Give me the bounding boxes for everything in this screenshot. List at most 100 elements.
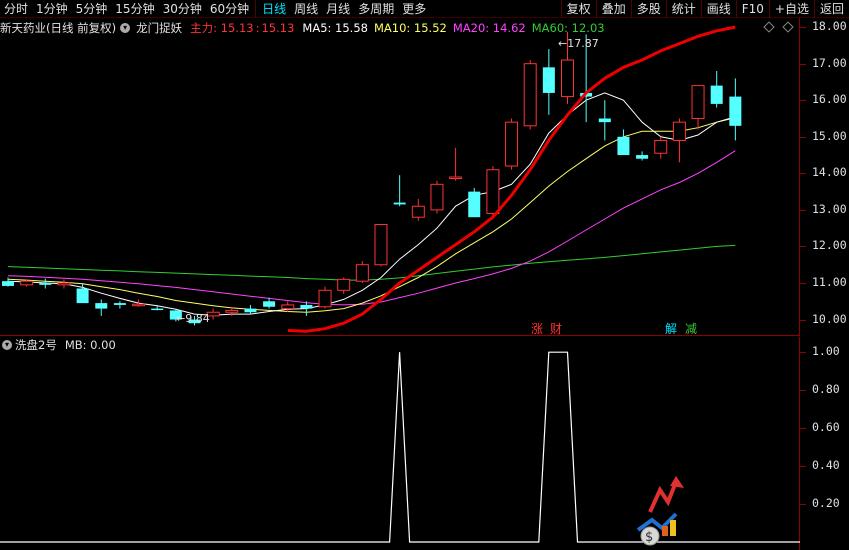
sub-tick-label: 0.20 (812, 496, 840, 511)
tab-1[interactable]: 1分钟 (32, 0, 72, 18)
candle-body (39, 283, 52, 285)
sub-tick-label: 1.00 (812, 344, 840, 359)
price-tick-label: 18.00 (812, 19, 847, 34)
tab-7[interactable]: 周线 (290, 0, 322, 18)
candle (39, 278, 52, 289)
candle (95, 299, 108, 316)
candle-body (486, 169, 500, 215)
candle (654, 136, 668, 159)
candle (355, 261, 369, 283)
candle-body (636, 155, 649, 159)
price-tick-label: 12.00 (812, 238, 847, 253)
zhuli-line (287, 25, 736, 333)
candle (672, 118, 686, 163)
tab-2[interactable]: 5分钟 (72, 0, 112, 18)
tab-0[interactable]: 分时 (0, 0, 32, 18)
candle-body (244, 308, 257, 313)
high-annotation: ←17.87 (558, 37, 599, 50)
toolbar-button-5[interactable]: F10 (735, 0, 769, 18)
sub-tick (800, 352, 806, 354)
signal-cai: 财 (550, 322, 563, 336)
tab-3[interactable]: 15分钟 (111, 0, 158, 18)
candle (523, 60, 537, 130)
candle (281, 301, 295, 313)
candle-body (411, 205, 425, 218)
candle-body (710, 85, 723, 104)
candle-body (113, 303, 126, 305)
price-tick (800, 27, 806, 29)
toolbar-button-6[interactable]: +自选 (768, 0, 814, 18)
toolbar-button-0[interactable]: 复权 (560, 0, 596, 18)
candle-body (95, 303, 108, 309)
candle (430, 180, 444, 214)
candle (710, 71, 723, 108)
candle (57, 279, 71, 289)
toolbar-button-7[interactable]: 返回 (813, 0, 849, 18)
price-tick-label: 14.00 (812, 165, 847, 180)
candle-body (691, 85, 705, 120)
candle (113, 301, 126, 309)
tab-8[interactable]: 月线 (322, 0, 354, 18)
candle-body (20, 280, 34, 286)
candle (244, 304, 257, 315)
sub-tick (800, 390, 806, 392)
candle (132, 299, 146, 307)
candle-body (263, 301, 276, 307)
candle-body (225, 309, 239, 313)
sub-tick-label: 0.80 (812, 382, 840, 397)
candle (729, 78, 742, 141)
toolbar-button-1[interactable]: 叠加 (595, 0, 631, 18)
period-tabs: 分时 1分钟 5分钟 15分钟 30分钟 60分钟 日线 周线 月线 多周期 更多 (0, 0, 430, 18)
tab-10[interactable]: 更多 (398, 0, 430, 18)
candle-body (598, 118, 611, 123)
candle-body (281, 304, 295, 310)
candle-body (672, 121, 686, 141)
price-tick (800, 63, 806, 65)
price-tick (800, 173, 806, 175)
tab-4[interactable]: 30分钟 (159, 0, 206, 18)
sub-tick-label: 0.40 (812, 458, 840, 473)
candle-body (449, 176, 463, 179)
candle (76, 283, 89, 304)
candle-body (561, 59, 574, 98)
candle (2, 277, 14, 287)
candle-body (374, 224, 388, 266)
price-tick-label: 13.00 (812, 201, 847, 216)
candle-body (355, 264, 369, 282)
toolbar-button-2[interactable]: 多股 (630, 0, 666, 18)
candle-body (468, 191, 481, 218)
candle-body (57, 282, 71, 286)
tab-divider (255, 0, 257, 18)
signal-zhang: 涨 (531, 322, 544, 336)
sub-tick (800, 466, 806, 468)
price-tick (800, 319, 806, 321)
signal-jie: 解 (665, 322, 678, 336)
price-tick-label: 17.00 (812, 55, 847, 70)
arrow-icon: ← (176, 312, 186, 325)
sub-tick-label: 0.60 (812, 420, 840, 435)
price-tick-label: 16.00 (812, 92, 847, 107)
candle (151, 304, 164, 311)
tab-5[interactable]: 60分钟 (206, 0, 253, 18)
toolbar-button-3[interactable]: 统计 (665, 0, 701, 18)
candle (393, 175, 406, 207)
tab-6[interactable]: 日线 (258, 0, 290, 18)
tab-9[interactable]: 多周期 (354, 0, 398, 18)
candle (374, 224, 388, 267)
low-label: 9.84 (185, 312, 210, 325)
candle (636, 151, 649, 161)
candle-body (337, 278, 351, 291)
top-toolbar: 分时 1分钟 5分钟 15分钟 30分钟 60分钟 日线 周线 月线 多周期 更多 复权 叠加 多股 统计… (0, 0, 849, 18)
candle (468, 187, 481, 218)
toolbar-button-4[interactable]: 画线 (700, 0, 736, 18)
price-tick (800, 283, 806, 284)
candle-body (430, 183, 444, 211)
signal-jian: 减 (685, 322, 698, 336)
candle (337, 277, 351, 294)
sub-tick (800, 428, 806, 430)
candle-body (729, 96, 742, 126)
candle-body (617, 136, 630, 156)
ma20-line (7, 150, 736, 306)
candlestick-chart (2, 25, 742, 333)
ma60-line (7, 244, 736, 281)
